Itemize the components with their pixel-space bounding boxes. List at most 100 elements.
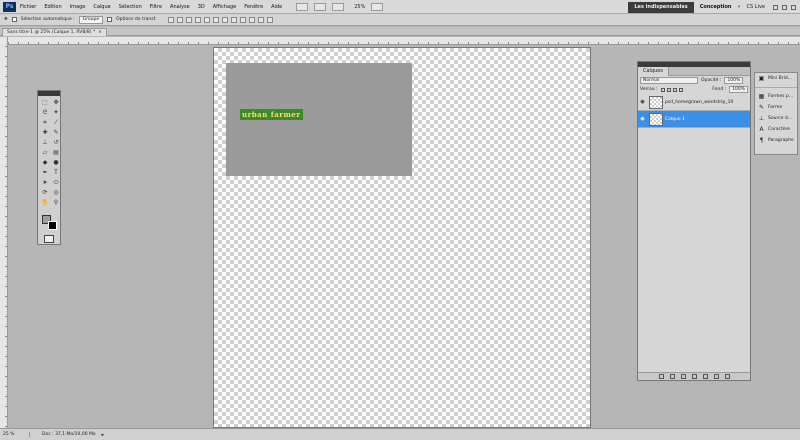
delete-layer-icon[interactable] xyxy=(724,374,730,379)
move-tool-icon[interactable]: ✥ xyxy=(51,98,61,107)
close-icon[interactable] xyxy=(791,4,796,10)
workspace-essentials[interactable]: Les indispensables xyxy=(628,1,694,13)
lock-image-icon[interactable] xyxy=(666,87,671,92)
menu-affichage[interactable]: Affichage xyxy=(213,4,237,10)
distribute-middle-icon[interactable] xyxy=(231,16,238,23)
quick-toolbar: 25% xyxy=(296,2,384,11)
dock-item-clone-source[interactable]: ⊥ Source d... xyxy=(755,113,797,124)
eyedropper-tool-icon[interactable]: ⁄ xyxy=(51,118,61,127)
dock-item-brush[interactable]: ✎ Forme xyxy=(755,102,797,113)
clone-source-icon: ⊥ xyxy=(758,115,765,122)
type-tool-icon[interactable]: T xyxy=(51,168,61,177)
dock-item-mini-bridge[interactable]: ▣ Mini Brid... xyxy=(755,73,797,84)
magic-wand-tool-icon[interactable]: ✦ xyxy=(51,108,61,117)
visibility-eye-icon[interactable]: ◉ xyxy=(638,99,647,105)
cs-live-button[interactable]: CS Live xyxy=(747,4,765,10)
dock-item-preset-shapes[interactable]: ▦ Formes p... xyxy=(755,91,797,102)
dock-item-label: Caractère xyxy=(768,127,791,132)
view-extras-button[interactable] xyxy=(332,2,345,11)
link-layers-icon[interactable] xyxy=(658,374,664,379)
layer-row-wordstrip[interactable]: ◉ psd_homegrown_wordstrip_10 xyxy=(638,94,750,111)
menu-selection[interactable]: Sélection xyxy=(119,4,142,10)
fill-input[interactable]: 100% xyxy=(729,86,748,93)
history-brush-tool-icon[interactable]: ↺ xyxy=(51,138,61,147)
eraser-tool-icon[interactable]: ▱ xyxy=(40,148,50,157)
clone-stamp-tool-icon[interactable]: ⊥ xyxy=(40,138,50,147)
document-canvas[interactable]: urban farmer xyxy=(213,47,591,428)
menu-fichier[interactable]: Fichier xyxy=(20,4,36,10)
distribute-right-icon[interactable] xyxy=(267,16,274,23)
align-bottom-icon[interactable] xyxy=(186,16,193,23)
blend-mode-dropdown[interactable]: Normal xyxy=(640,77,698,84)
distribute-bottom-icon[interactable] xyxy=(240,16,247,23)
background-color-swatch[interactable] xyxy=(48,221,57,230)
chevron-right-icon[interactable]: » xyxy=(737,4,740,10)
menu-analyse[interactable]: Analyse xyxy=(170,4,190,10)
align-middle-icon[interactable] xyxy=(177,16,184,23)
lock-all-icon[interactable] xyxy=(678,87,683,92)
opacity-input[interactable]: 100% xyxy=(724,77,744,84)
close-tab-icon[interactable]: × xyxy=(98,30,102,35)
blur-tool-icon[interactable]: ◆ xyxy=(40,158,50,167)
menu-fenetre[interactable]: Fenêtre xyxy=(244,4,263,10)
move-tool-icon[interactable]: ✥ xyxy=(4,17,8,22)
crop-tool-icon[interactable]: ⌗ xyxy=(40,118,50,127)
add-mask-icon[interactable] xyxy=(680,374,686,379)
auto-select-dropdown[interactable]: Groupe xyxy=(78,15,104,24)
distribute-center-icon[interactable] xyxy=(258,16,265,23)
lock-transparency-icon[interactable] xyxy=(660,87,665,92)
pen-tool-icon[interactable]: ✒ xyxy=(40,168,50,177)
new-layer-icon[interactable] xyxy=(713,374,719,379)
zoom-tool-icon[interactable]: ⚲ xyxy=(51,198,61,207)
visibility-eye-icon[interactable]: ◉ xyxy=(638,116,647,122)
vertical-ruler[interactable] xyxy=(0,37,8,428)
menu-filtre[interactable]: Filtre xyxy=(150,4,162,10)
layer-row-calque-1[interactable]: ◉ Calque 1 xyxy=(638,111,750,128)
layers-tab-row: Calques xyxy=(638,67,750,76)
3d-orbit-tool-icon[interactable]: ◎ xyxy=(51,188,61,197)
workspace-design[interactable]: Conception xyxy=(694,2,738,13)
lasso-tool-icon[interactable]: ᘓ xyxy=(40,108,50,117)
tools-panel: ⬚ ✥ ᘓ ✦ ⌗ ⁄ ✚ ✎ ⊥ ↺ ▱ ▤ ◆ ● ✒ T ➤ ⬭ ⟳ ◎ … xyxy=(37,90,61,245)
mini-bridge-button[interactable] xyxy=(314,2,327,11)
gradient-tool-icon[interactable]: ▤ xyxy=(51,148,61,157)
lock-position-icon[interactable] xyxy=(672,87,677,92)
align-top-icon[interactable] xyxy=(168,16,175,23)
dock-item-character[interactable]: A Caractère xyxy=(755,124,797,135)
3d-rotate-tool-icon[interactable]: ⟳ xyxy=(40,188,50,197)
menu-calque[interactable]: Calque xyxy=(93,4,110,10)
horizontal-ruler[interactable] xyxy=(8,37,800,45)
dock-item-paragraph[interactable]: ¶ Paragraphe xyxy=(755,135,797,146)
align-right-icon[interactable] xyxy=(213,16,220,23)
status-zoom[interactable]: 25 % xyxy=(0,432,30,437)
transform-checkbox[interactable] xyxy=(107,17,113,22)
layer-style-icon[interactable] xyxy=(669,374,675,379)
auto-select-checkbox[interactable] xyxy=(11,17,17,22)
shape-tool-icon[interactable]: ⬭ xyxy=(51,178,61,187)
tab-calques[interactable]: Calques xyxy=(638,67,669,76)
quick-mask-button[interactable] xyxy=(44,235,54,243)
dodge-tool-icon[interactable]: ● xyxy=(51,158,61,167)
status-menu-arrow-icon[interactable]: ▸ xyxy=(102,432,105,438)
menu-edition[interactable]: Edition xyxy=(44,4,61,10)
zoom-level[interactable]: 25% xyxy=(354,4,365,10)
healing-brush-tool-icon[interactable]: ✚ xyxy=(40,128,50,137)
distribute-left-icon[interactable] xyxy=(249,16,256,23)
hand-tool-icon[interactable]: ✋ xyxy=(40,198,50,207)
screen-mode-button[interactable] xyxy=(371,2,384,11)
minimize-icon[interactable] xyxy=(773,4,778,10)
marquee-tool-icon[interactable]: ⬚ xyxy=(40,98,50,107)
menu-image[interactable]: Image xyxy=(70,4,86,10)
maximize-icon[interactable] xyxy=(782,4,787,10)
path-selection-tool-icon[interactable]: ➤ xyxy=(40,178,50,187)
align-left-icon[interactable] xyxy=(195,16,202,23)
adjustment-layer-icon[interactable] xyxy=(691,374,697,379)
bridge-button[interactable] xyxy=(296,2,309,11)
document-tab[interactable]: Sans titre-1 @ 25% (Calque 1, RVB/8) * × xyxy=(2,28,107,36)
distribute-top-icon[interactable] xyxy=(222,16,229,23)
new-group-icon[interactable] xyxy=(702,374,708,379)
menu-aide[interactable]: Aide xyxy=(271,4,282,10)
align-center-icon[interactable] xyxy=(204,16,211,23)
menu-3d[interactable]: 3D xyxy=(198,4,205,10)
brush-tool-icon[interactable]: ✎ xyxy=(51,128,61,137)
